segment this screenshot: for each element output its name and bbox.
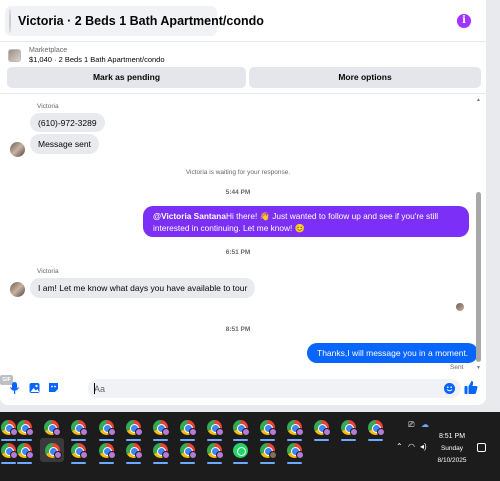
incoming-message-bubble[interactable]: Message sent: [30, 134, 99, 154]
clock-time[interactable]: 8:51 PM: [432, 433, 472, 440]
chrome-icon[interactable]: [96, 440, 116, 464]
sender-avatar[interactable]: [10, 282, 25, 297]
chrome-icon[interactable]: [40, 438, 64, 462]
outgoing-message-bubble[interactable]: @Victoria SantanaHi there! 👋 Just wanted…: [143, 206, 469, 237]
notification-icon[interactable]: [477, 443, 486, 452]
chrome-icon[interactable]: [123, 440, 143, 464]
scrollbar[interactable]: [476, 192, 481, 362]
emoji-icon[interactable]: [444, 383, 455, 394]
message-input[interactable]: [88, 379, 461, 398]
chrome-icon[interactable]: [365, 417, 385, 441]
chevron-up-icon[interactable]: ⌃: [396, 442, 403, 451]
speaker-icon[interactable]: ◂): [420, 442, 427, 451]
chrome-icon[interactable]: [284, 440, 304, 464]
chrome-icon[interactable]: [257, 417, 277, 441]
chrome-icon[interactable]: [230, 417, 250, 441]
chat-header: Victoria · 2 Beds 1 Bath Apartment/condo…: [0, 0, 486, 42]
divider: [0, 93, 486, 94]
scroll-up-arrow[interactable]: ▲: [476, 97, 481, 103]
chrome-icon[interactable]: [311, 417, 331, 441]
listing-thumbnail: [8, 49, 21, 62]
sent-status: Sent: [450, 364, 464, 371]
read-receipt-avatar: [456, 303, 464, 311]
mention-tag[interactable]: @Victoria Santana: [153, 211, 226, 221]
pen-icon[interactable]: ⎚: [408, 420, 414, 430]
chrome-icon[interactable]: [204, 440, 224, 464]
chrome-icon[interactable]: [177, 417, 197, 441]
message-composer: GIF: [0, 375, 486, 401]
sticker-icon[interactable]: [48, 382, 59, 394]
listing-label: Marketplace: [29, 47, 68, 54]
mic-icon[interactable]: [9, 382, 20, 394]
chrome-icon[interactable]: [150, 440, 170, 464]
chrome-icon[interactable]: [14, 440, 34, 464]
wifi-icon[interactable]: ◠: [408, 442, 415, 451]
mark-as-pending-button[interactable]: Mark as pending: [7, 67, 246, 88]
listing-description: $1,040 · 2 Beds 1 Bath Apartment/condo: [29, 55, 165, 64]
chrome-icon[interactable]: [284, 417, 304, 441]
more-options-button[interactable]: More options: [249, 67, 481, 88]
info-icon[interactable]: i: [457, 14, 471, 28]
contact-avatar: [9, 9, 11, 33]
chrome-icon[interactable]: [14, 417, 34, 441]
timestamp: 8:51 PM: [225, 326, 251, 333]
incoming-message-bubble[interactable]: (610)-972-3289: [30, 113, 105, 132]
text-caret: [94, 383, 95, 394]
chat-window: Victoria · 2 Beds 1 Bath Apartment/condo…: [0, 0, 486, 405]
clock-date[interactable]: 8/10/2025: [432, 457, 472, 464]
photo-icon[interactable]: [29, 382, 40, 394]
chrome-icon[interactable]: [41, 417, 61, 441]
clock-day[interactable]: Sunday: [432, 445, 472, 452]
chrome-icon[interactable]: [338, 417, 358, 441]
incoming-message-bubble[interactable]: I am! Let me know what days you have ava…: [30, 278, 256, 298]
message-sender-name: Victoria: [37, 268, 59, 275]
outgoing-message-bubble[interactable]: Thanks,I will message you in a moment.: [307, 343, 479, 363]
sender-avatar[interactable]: [10, 142, 25, 157]
waiting-notice: Victoria is waiting for your response.: [185, 169, 291, 176]
timestamp: 6:51 PM: [225, 249, 251, 256]
chrome-icon[interactable]: [123, 417, 143, 441]
cloud-icon[interactable]: ☁: [421, 420, 429, 429]
chrome-icon[interactable]: [68, 440, 88, 464]
chrome-icon[interactable]: [150, 417, 170, 441]
chrome-icon[interactable]: [68, 417, 88, 441]
chat-title-button[interactable]: Victoria · 2 Beds 1 Bath Apartment/condo: [5, 6, 264, 36]
whatsapp-icon[interactable]: [230, 440, 250, 464]
chrome-icon[interactable]: [204, 417, 224, 441]
timestamp: 5:44 PM: [225, 189, 251, 196]
scroll-down-arrow[interactable]: ▼: [476, 365, 481, 371]
chrome-icon[interactable]: [96, 417, 116, 441]
chrome-icon[interactable]: [177, 440, 197, 464]
message-sender-name: Victoria: [37, 103, 59, 110]
chat-title: Victoria · 2 Beds 1 Bath Apartment/condo: [18, 14, 264, 28]
windows-taskbar: ⎚ ☁ ⌃ ◠ ◂): [0, 412, 500, 481]
thumbs-up-icon[interactable]: [464, 380, 478, 395]
marketplace-listing[interactable]: Marketplace $1,040 · 2 Beds 1 Bath Apart…: [8, 46, 165, 65]
chrome-icon[interactable]: [257, 440, 277, 464]
